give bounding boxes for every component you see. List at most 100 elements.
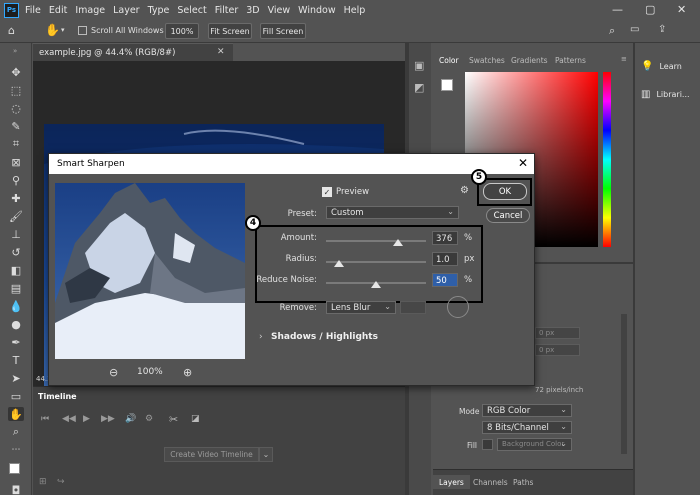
search-icon[interactable]: ⌕ (609, 24, 615, 38)
prev-frame-icon[interactable]: ◀◀ (62, 414, 76, 424)
zoom-in-icon[interactable]: ⊕ (183, 366, 192, 379)
chevron-right-icon[interactable]: › (259, 332, 263, 342)
zoom-100-button[interactable]: 100% (165, 23, 199, 39)
menu-image[interactable]: Image (75, 5, 105, 16)
quick-mask-icon[interactable]: ◘ (8, 483, 24, 495)
zoom-out-icon[interactable]: ⊖ (109, 366, 118, 379)
pen-tool-icon[interactable]: ✒ (8, 335, 24, 349)
history-icon[interactable]: ▣ (414, 59, 424, 72)
brush-tool-icon[interactable]: 🖌 (8, 209, 24, 223)
radius-input[interactable]: 1.0 (432, 252, 458, 266)
scroll-all-checkbox[interactable] (78, 26, 87, 35)
gear-icon[interactable]: ⚙ (460, 185, 469, 196)
menu-layer[interactable]: Layer (113, 5, 140, 16)
properties-scrollbar[interactable] (621, 314, 627, 454)
play-icon[interactable]: ▶ (83, 414, 90, 424)
quick-select-tool-icon[interactable]: ✎ (8, 119, 24, 133)
next-frame-icon[interactable]: ▶▶ (101, 414, 115, 424)
tab-patterns[interactable]: Patterns (549, 53, 592, 67)
reduce-noise-slider-thumb[interactable] (371, 281, 381, 288)
angle-dial[interactable] (447, 296, 469, 318)
preset-select[interactable]: Custom ⌄ (326, 206, 459, 219)
hand-tool-icon[interactable]: ✋ (8, 407, 24, 421)
amount-input[interactable]: 376 (432, 231, 458, 245)
zoom-tool-icon[interactable]: ⌕ (8, 425, 24, 439)
tool-preset-caret-icon[interactable]: ▾ (61, 26, 65, 34)
height-field[interactable]: 0 px (535, 344, 580, 356)
eyedropper-tool-icon[interactable]: ⚲ (8, 173, 24, 187)
libraries-button[interactable]: ▥ Librari... (641, 89, 690, 100)
menu-window[interactable]: Window (298, 5, 335, 16)
audio-icon[interactable]: 🔊 (125, 414, 136, 424)
clone-stamp-tool-icon[interactable]: ⊥ (8, 227, 24, 241)
document-close-icon[interactable]: ✕ (217, 47, 225, 57)
angle-input[interactable] (400, 301, 426, 314)
fill-screen-button[interactable]: Fill Screen (260, 23, 306, 39)
move-tool-icon[interactable]: ✥ (8, 65, 24, 79)
menu-edit[interactable]: Edit (49, 5, 67, 16)
amount-slider-thumb[interactable] (393, 239, 403, 246)
learn-button[interactable]: 💡 Learn (641, 61, 682, 72)
menu-view[interactable]: View (268, 5, 291, 16)
adjustments-icon[interactable]: ◩ (414, 81, 424, 94)
dialog-close-icon[interactable]: ✕ (518, 156, 528, 170)
maximize-icon[interactable]: ▢ (645, 3, 655, 16)
panel-menu-icon[interactable]: ≡ (621, 55, 627, 63)
shadows-highlights-toggle[interactable]: Shadows / Highlights (271, 332, 378, 342)
path-select-tool-icon[interactable]: ➤ (8, 371, 24, 385)
menu-filter[interactable]: Filter (215, 5, 239, 16)
width-field[interactable]: 0 px (535, 327, 580, 339)
mode-select[interactable]: RGB Color ⌄ (482, 404, 572, 417)
convert-frame-icon[interactable]: ⊞ (39, 477, 47, 487)
remove-select[interactable]: Lens Blur ⌄ (326, 301, 396, 314)
split-clip-icon[interactable]: ✂ (169, 413, 178, 426)
frame-tool-icon[interactable]: ⊠ (8, 155, 24, 169)
more-tools-icon[interactable]: ⋯ (8, 443, 24, 457)
hue-slider[interactable] (603, 72, 611, 247)
menu-help[interactable]: Help (344, 5, 366, 16)
marquee-tool-icon[interactable]: ⬚ (8, 83, 24, 97)
type-tool-icon[interactable]: T (8, 353, 24, 367)
menu-3d[interactable]: 3D (246, 5, 259, 16)
cancel-button[interactable]: Cancel (486, 208, 530, 223)
preview-image[interactable] (55, 183, 245, 359)
tab-color[interactable]: Color (433, 53, 465, 67)
radius-slider-thumb[interactable] (334, 260, 344, 267)
minimize-icon[interactable]: — (612, 3, 623, 16)
first-frame-icon[interactable]: ⏮ (41, 414, 49, 424)
close-icon[interactable]: ✕ (677, 3, 686, 16)
ok-button[interactable]: OK (483, 183, 527, 200)
home-icon[interactable]: ⌂ (8, 24, 15, 37)
create-video-timeline-button[interactable]: Create Video Timeline (164, 447, 259, 462)
render-icon[interactable]: ↪ (57, 477, 65, 487)
menu-type[interactable]: Type (148, 5, 170, 16)
menu-select[interactable]: Select (177, 5, 206, 16)
blur-tool-icon[interactable]: 💧 (8, 299, 24, 313)
document-tab[interactable]: example.jpg @ 44.4% (RGB/8#) ✕ (33, 43, 233, 61)
fill-swatch[interactable] (482, 439, 493, 450)
eraser-tool-icon[interactable]: ◧ (8, 263, 24, 277)
tab-swatches[interactable]: Swatches (463, 53, 511, 67)
foreground-color-swatch[interactable] (9, 463, 20, 474)
transition-icon[interactable]: ◪ (191, 414, 200, 424)
timeline-dropdown-icon[interactable]: ⌄ (259, 447, 273, 462)
tab-layers[interactable]: Layers (433, 475, 470, 489)
fill-select[interactable]: Background Color ⌄ (497, 438, 572, 451)
dodge-tool-icon[interactable]: ● (8, 317, 24, 331)
menu-file[interactable]: File (25, 5, 41, 16)
share-icon[interactable]: ⇪ (658, 24, 666, 35)
reduce-noise-input[interactable]: 50 (432, 273, 458, 287)
tab-gradients[interactable]: Gradients (505, 53, 554, 67)
shape-tool-icon[interactable]: ▭ (8, 389, 24, 403)
fit-screen-button[interactable]: Fit Screen (208, 23, 252, 39)
timeline-settings-icon[interactable]: ⚙ (145, 414, 153, 424)
lasso-tool-icon[interactable]: ◌ (8, 101, 24, 115)
amount-slider-track[interactable] (326, 240, 426, 242)
healing-brush-tool-icon[interactable]: ✚ (8, 191, 24, 205)
workspace-icon[interactable]: ▭ (630, 24, 639, 35)
preview-checkbox[interactable]: ✓ (322, 187, 332, 197)
toolbar-collapse-icon[interactable]: » (13, 47, 17, 55)
gradient-tool-icon[interactable]: ▤ (8, 281, 24, 295)
foreground-swatch[interactable] (441, 79, 453, 91)
history-brush-tool-icon[interactable]: ↺ (8, 245, 24, 259)
